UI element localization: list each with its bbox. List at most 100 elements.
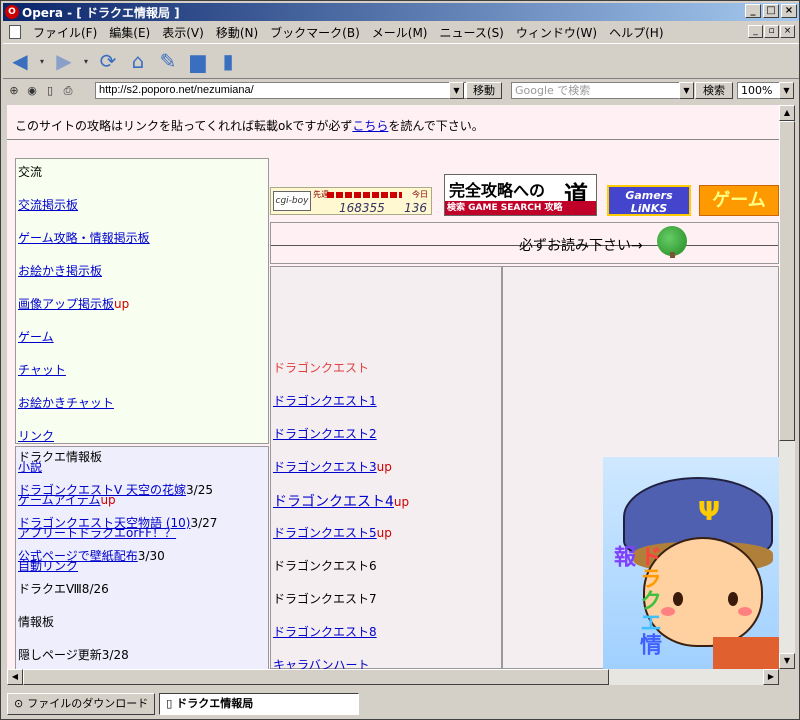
dq7-text: ドラゴンクエスト7 xyxy=(273,592,377,606)
horizontal-scrollbar[interactable]: ◀ ▶ xyxy=(7,669,779,685)
link-dq3[interactable]: ドラゴンクエスト3 xyxy=(273,460,377,474)
notice-link[interactable]: こちら xyxy=(352,119,388,133)
page-icon[interactable]: ▮ xyxy=(215,48,241,74)
link-exchange-bbs[interactable]: 交流掲示板 xyxy=(18,196,78,213)
link-dq5-series[interactable]: ドラゴンクエスト5 xyxy=(273,526,377,540)
window-title: Opera - [ ドラクエ情報局 ] xyxy=(22,5,180,20)
page-tab[interactable]: ▯ ドラクエ情報局 xyxy=(159,693,360,715)
link-dq4[interactable]: ドラゴンクエスト4 xyxy=(273,494,394,510)
print-icon[interactable]: ▆ xyxy=(185,48,211,74)
download-icon: ⊙ xyxy=(14,697,24,710)
cgi-boy-logo[interactable]: cgi-boy xyxy=(273,191,311,211)
vertical-scrollbar[interactable]: ▲ ▼ xyxy=(779,105,795,669)
current-series: ドラゴンクエスト xyxy=(273,361,370,375)
minimize-button[interactable]: _ xyxy=(745,4,761,18)
menu-help[interactable]: ヘルプ(H) xyxy=(603,24,669,41)
forward-dropdown-icon[interactable]: ▾ xyxy=(81,48,91,74)
mdi-close-button[interactable]: × xyxy=(780,25,795,38)
mdi-minimize-button[interactable]: _ xyxy=(748,25,763,38)
tree-icon[interactable] xyxy=(657,226,687,258)
menu-news[interactable]: ニュース(S) xyxy=(433,24,509,41)
link-dq1[interactable]: ドラゴンクエスト1 xyxy=(273,392,377,409)
hotlist-icon[interactable]: ✎ xyxy=(155,48,181,74)
link-oekaki-bbs[interactable]: お絵かき掲示板 xyxy=(18,262,102,279)
gamers-links-banner[interactable]: Gamers LiNKS xyxy=(607,185,691,216)
back-dropdown-icon[interactable]: ▾ xyxy=(37,48,47,74)
up-badge: up xyxy=(114,297,130,311)
notice-box: 必ずお読み下さい→ xyxy=(270,222,779,264)
link-dq2[interactable]: ドラゴンクエスト2 xyxy=(273,425,377,442)
security-icon[interactable]: ⊕ xyxy=(7,84,21,98)
vertical-scroll-thumb[interactable] xyxy=(779,121,795,441)
dq-series-list: ドラゴンクエスト ドラゴンクエスト1 ドラゴンクエスト2 ドラゴンクエスト3up… xyxy=(270,266,502,669)
close-button[interactable]: × xyxy=(781,4,797,18)
zoom-select[interactable]: 100% xyxy=(737,82,781,99)
dq8-text: ドラクエⅧ8/26 xyxy=(18,582,109,596)
menu-navigate[interactable]: 移動(N) xyxy=(210,24,264,41)
menu-mail[interactable]: メール(M) xyxy=(366,24,434,41)
cookie-icon[interactable]: ◉ xyxy=(25,84,39,98)
url-dropdown-icon[interactable]: ▼ xyxy=(449,82,464,99)
back-icon[interactable]: ◀ xyxy=(7,48,33,74)
exchange-heading: 交流 xyxy=(18,165,43,179)
forward-icon[interactable]: ▶ xyxy=(51,48,77,74)
divider xyxy=(7,139,779,140)
mdi-restore-button[interactable]: ▫ xyxy=(764,25,779,38)
page-viewport: このサイトの攻略はリンクを貼ってくれれば転載okですが必ずこちらを読んで下さい。… xyxy=(7,105,779,669)
home-icon[interactable]: ⌂ xyxy=(125,48,151,74)
right-column: Ψ ドラクエ情報 xyxy=(502,266,779,669)
go-button[interactable]: 移動 xyxy=(466,82,502,99)
page-tab-icon: ▯ xyxy=(166,697,173,710)
search-button[interactable]: 検索 xyxy=(695,82,733,99)
menu-edit[interactable]: 編集(E) xyxy=(103,24,156,41)
scroll-down-icon[interactable]: ▼ xyxy=(779,653,795,669)
menu-file[interactable]: ファイル(F) xyxy=(27,24,103,41)
maximize-button[interactable]: □ xyxy=(763,4,779,18)
horizontal-scroll-thumb[interactable] xyxy=(23,669,609,685)
dq6-text: ドラゴンクエスト6 xyxy=(273,559,377,573)
page-info-icon[interactable]: ▯ xyxy=(43,84,57,98)
notice-text: 必ずお読み下さい→ xyxy=(519,238,643,254)
zoom-dropdown-icon[interactable]: ▼ xyxy=(779,82,794,99)
kanzen-koryaku-banner[interactable]: 完全攻略への 道 検索 GAME SEARCH 攻略 xyxy=(444,174,597,216)
info-board-text: 情報板 xyxy=(18,615,55,629)
link-links[interactable]: リンク xyxy=(18,427,54,444)
link-caravan-heart[interactable]: キャラバンハート xyxy=(273,656,369,669)
link-dq8[interactable]: ドラゴンクエスト8 xyxy=(273,623,377,640)
access-counter: cgi-boy 先週 今日 168355 136 xyxy=(270,187,432,215)
scroll-up-icon[interactable]: ▲ xyxy=(779,105,795,121)
illustration-title: ドラクエ情報 xyxy=(610,545,661,655)
downloads-tab[interactable]: ⊙ ファイルのダウンロード xyxy=(7,693,156,715)
link-chat[interactable]: チャット xyxy=(18,361,66,378)
link-game-item[interactable]: ゲームアイテム xyxy=(18,493,100,507)
link-auto[interactable]: 自動リンク xyxy=(18,560,78,572)
reload-icon[interactable]: ⟳ xyxy=(95,48,121,74)
document-icon xyxy=(9,25,21,39)
menu-window[interactable]: ウィンドウ(W) xyxy=(510,24,603,41)
menu-bar: ファイル(F) 編集(E) 表示(V) 移動(N) ブックマーク(B) メール(… xyxy=(3,22,799,42)
scroll-right-icon[interactable]: ▶ xyxy=(763,669,779,685)
title-bar: O Opera - [ ドラクエ情報局 ] _ □ × xyxy=(3,3,799,21)
search-dropdown-icon[interactable]: ▼ xyxy=(679,82,694,99)
scroll-left-icon[interactable]: ◀ xyxy=(7,669,23,685)
link-game-bbs[interactable]: ゲーム攻略・情報掲示板 xyxy=(18,229,150,246)
url-input[interactable]: http://s2.poporo.net/nezumiana/ xyxy=(95,82,467,99)
menu-bookmarks[interactable]: ブックマーク(B) xyxy=(264,24,366,41)
link-apr[interactable]: アプリートドラクエorFF！？ xyxy=(18,527,176,539)
opera-icon: O xyxy=(5,5,19,19)
search-input[interactable]: Google で検索 xyxy=(511,82,681,99)
game-banner[interactable]: ゲーム xyxy=(699,185,779,216)
top-note: このサイトの攻略はリンクを貼ってくれれば転載okですが必ずこちらを読んで下さい。 xyxy=(15,119,484,133)
dq-info-panel: ドラクエ情報板 小説 ドラゴンクエストV 天空の花嫁3/25 ゲームアイテムup… xyxy=(15,446,269,669)
link-image-bbs[interactable]: 画像アップ掲示板 xyxy=(18,297,114,311)
link-novel[interactable]: 小説 xyxy=(18,461,42,473)
menu-view[interactable]: 表示(V) xyxy=(156,24,210,41)
link-oekaki-chat[interactable]: お絵かきチャット xyxy=(18,394,114,411)
hidden-page-text: 隠しページ更新3/28 xyxy=(18,648,129,662)
browser-window: O Opera - [ ドラクエ情報局 ] _ □ × ファイル(F) 編集(E… xyxy=(0,0,800,720)
link-game[interactable]: ゲーム xyxy=(18,328,54,345)
dq-hero-illustration: Ψ ドラクエ情報 xyxy=(603,457,779,669)
print-small-icon[interactable]: ⎙ xyxy=(61,84,75,98)
counter-today: 136 xyxy=(404,201,427,215)
page-content: このサイトの攻略はリンクを貼ってくれれば転載okですが必ずこちらを読んで下さい。… xyxy=(7,105,779,669)
